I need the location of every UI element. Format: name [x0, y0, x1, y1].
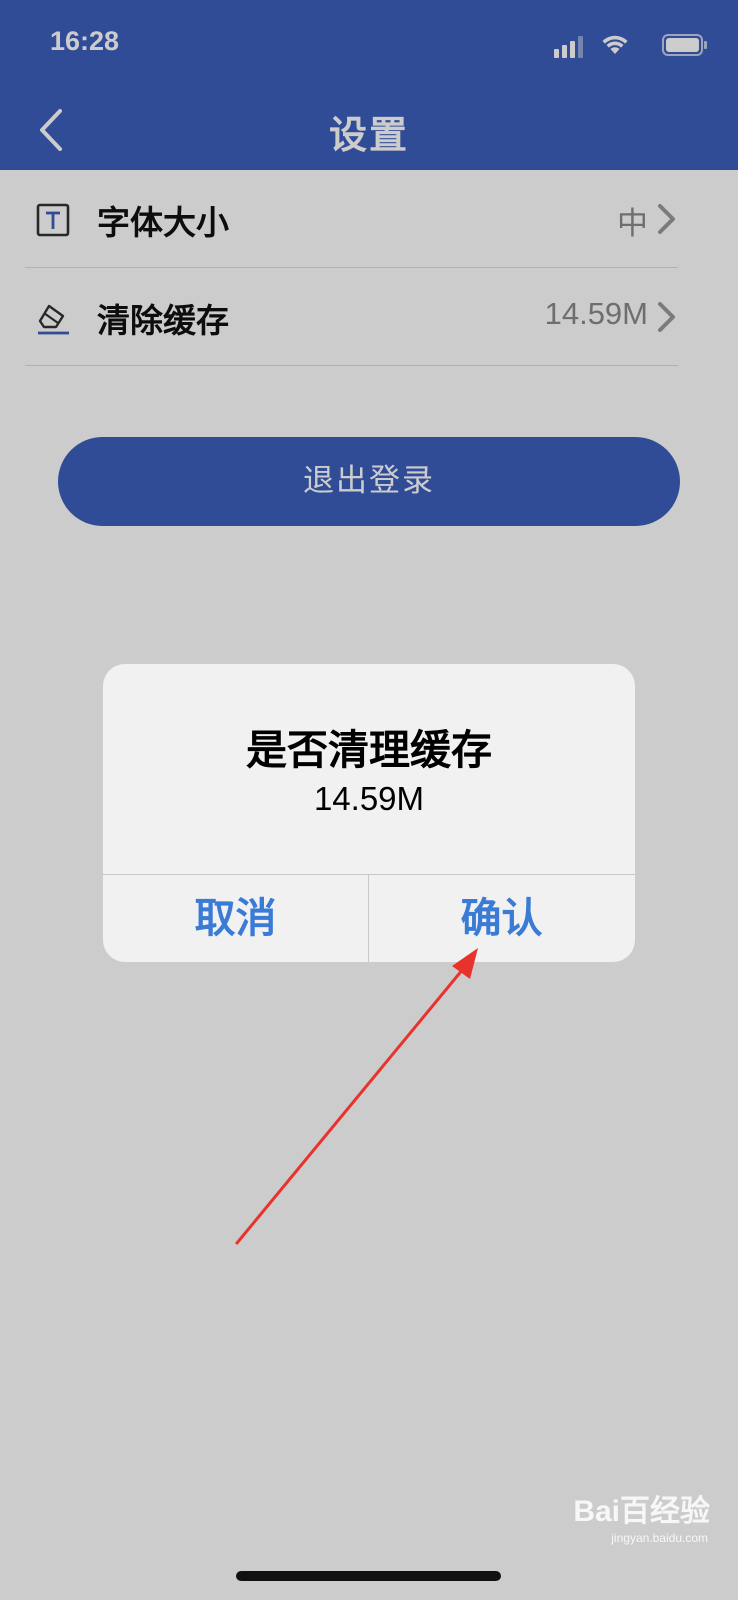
home-indicator[interactable] [236, 1571, 501, 1581]
baidu-watermark: Bai百经验 [573, 1495, 710, 1528]
annotation-arrow-icon [235, 948, 478, 1245]
baidu-watermark-url: jingyan.baidu.com [611, 1531, 708, 1545]
